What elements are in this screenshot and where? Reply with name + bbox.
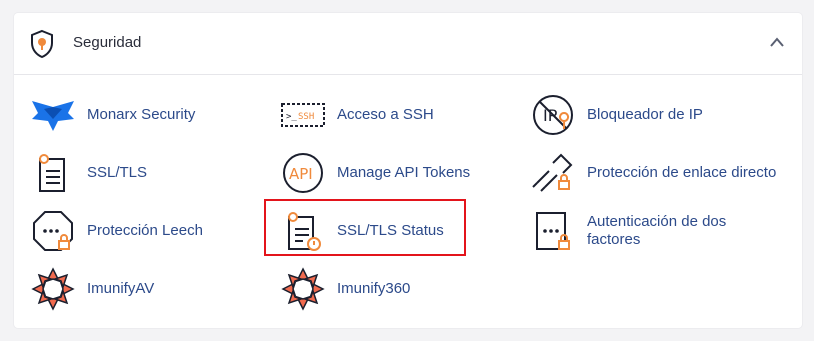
tool-label: Autenticación de dos factores — [587, 213, 727, 248]
security-panel: Seguridad Monarx Security >_ SSH Acceso … — [14, 13, 802, 328]
api-tokens-icon: API — [279, 150, 327, 196]
monarx-butterfly-icon — [29, 92, 77, 138]
leech-protection-icon — [29, 208, 77, 254]
ssl-certificate-icon — [29, 150, 77, 196]
tool-label: Acceso a SSH — [337, 106, 434, 123]
tool-ssl-tls[interactable]: SSL/TLS — [29, 150, 147, 196]
tool-label: SSL/TLS — [87, 164, 148, 181]
tool-label: ImunifyAV — [87, 280, 155, 297]
tool-label: SSL/TLS Status — [337, 222, 444, 239]
tool-imunifyav[interactable]: ImunifyAV — [29, 266, 154, 312]
tool-ip-blocker[interactable]: IP Bloqueador de IP — [529, 92, 703, 138]
tool-label: Protección Leech — [87, 222, 203, 239]
tool-ssl-tls-status[interactable]: SSL/TLS Status — [279, 208, 444, 254]
section-header[interactable]: Seguridad — [14, 13, 802, 75]
hotlink-protection-icon — [529, 150, 577, 196]
tool-imunify360[interactable]: Imunify360 — [279, 266, 410, 312]
two-factor-auth-icon — [529, 208, 577, 254]
chevron-up-icon[interactable] — [770, 37, 784, 47]
ssh-terminal-icon: >_ SSH — [279, 92, 327, 138]
tool-hotlink-protection[interactable]: Protección de enlace directo — [529, 150, 776, 196]
tool-ssh-access[interactable]: >_ SSH Acceso a SSH — [279, 92, 434, 138]
section-title: Seguridad — [73, 34, 142, 51]
svg-text:IP: IP — [543, 106, 558, 125]
tool-manage-api-tokens[interactable]: API Manage API Tokens — [279, 150, 470, 196]
tool-label: Monarx Security — [87, 106, 196, 123]
svg-text:API: API — [289, 165, 313, 183]
shield-lock-icon — [31, 29, 53, 59]
tool-label: Manage API Tokens — [337, 164, 471, 181]
tool-monarx-security[interactable]: Monarx Security — [29, 92, 195, 138]
tool-label: Bloqueador de IP — [587, 106, 703, 123]
ip-blocker-icon: IP — [529, 92, 577, 138]
ssl-status-icon — [279, 208, 327, 254]
svg-text:>_: >_ — [286, 112, 297, 122]
tool-leech-protection[interactable]: Protección Leech — [29, 208, 203, 254]
imunifyav-icon — [29, 266, 77, 312]
svg-text:SSH: SSH — [298, 112, 314, 122]
tool-label: Imunify360 — [337, 280, 411, 297]
tool-label: Protección de enlace directo — [587, 164, 777, 181]
tool-two-factor-auth[interactable]: Autenticación de dos factores — [529, 208, 757, 254]
imunify360-icon — [279, 266, 327, 312]
